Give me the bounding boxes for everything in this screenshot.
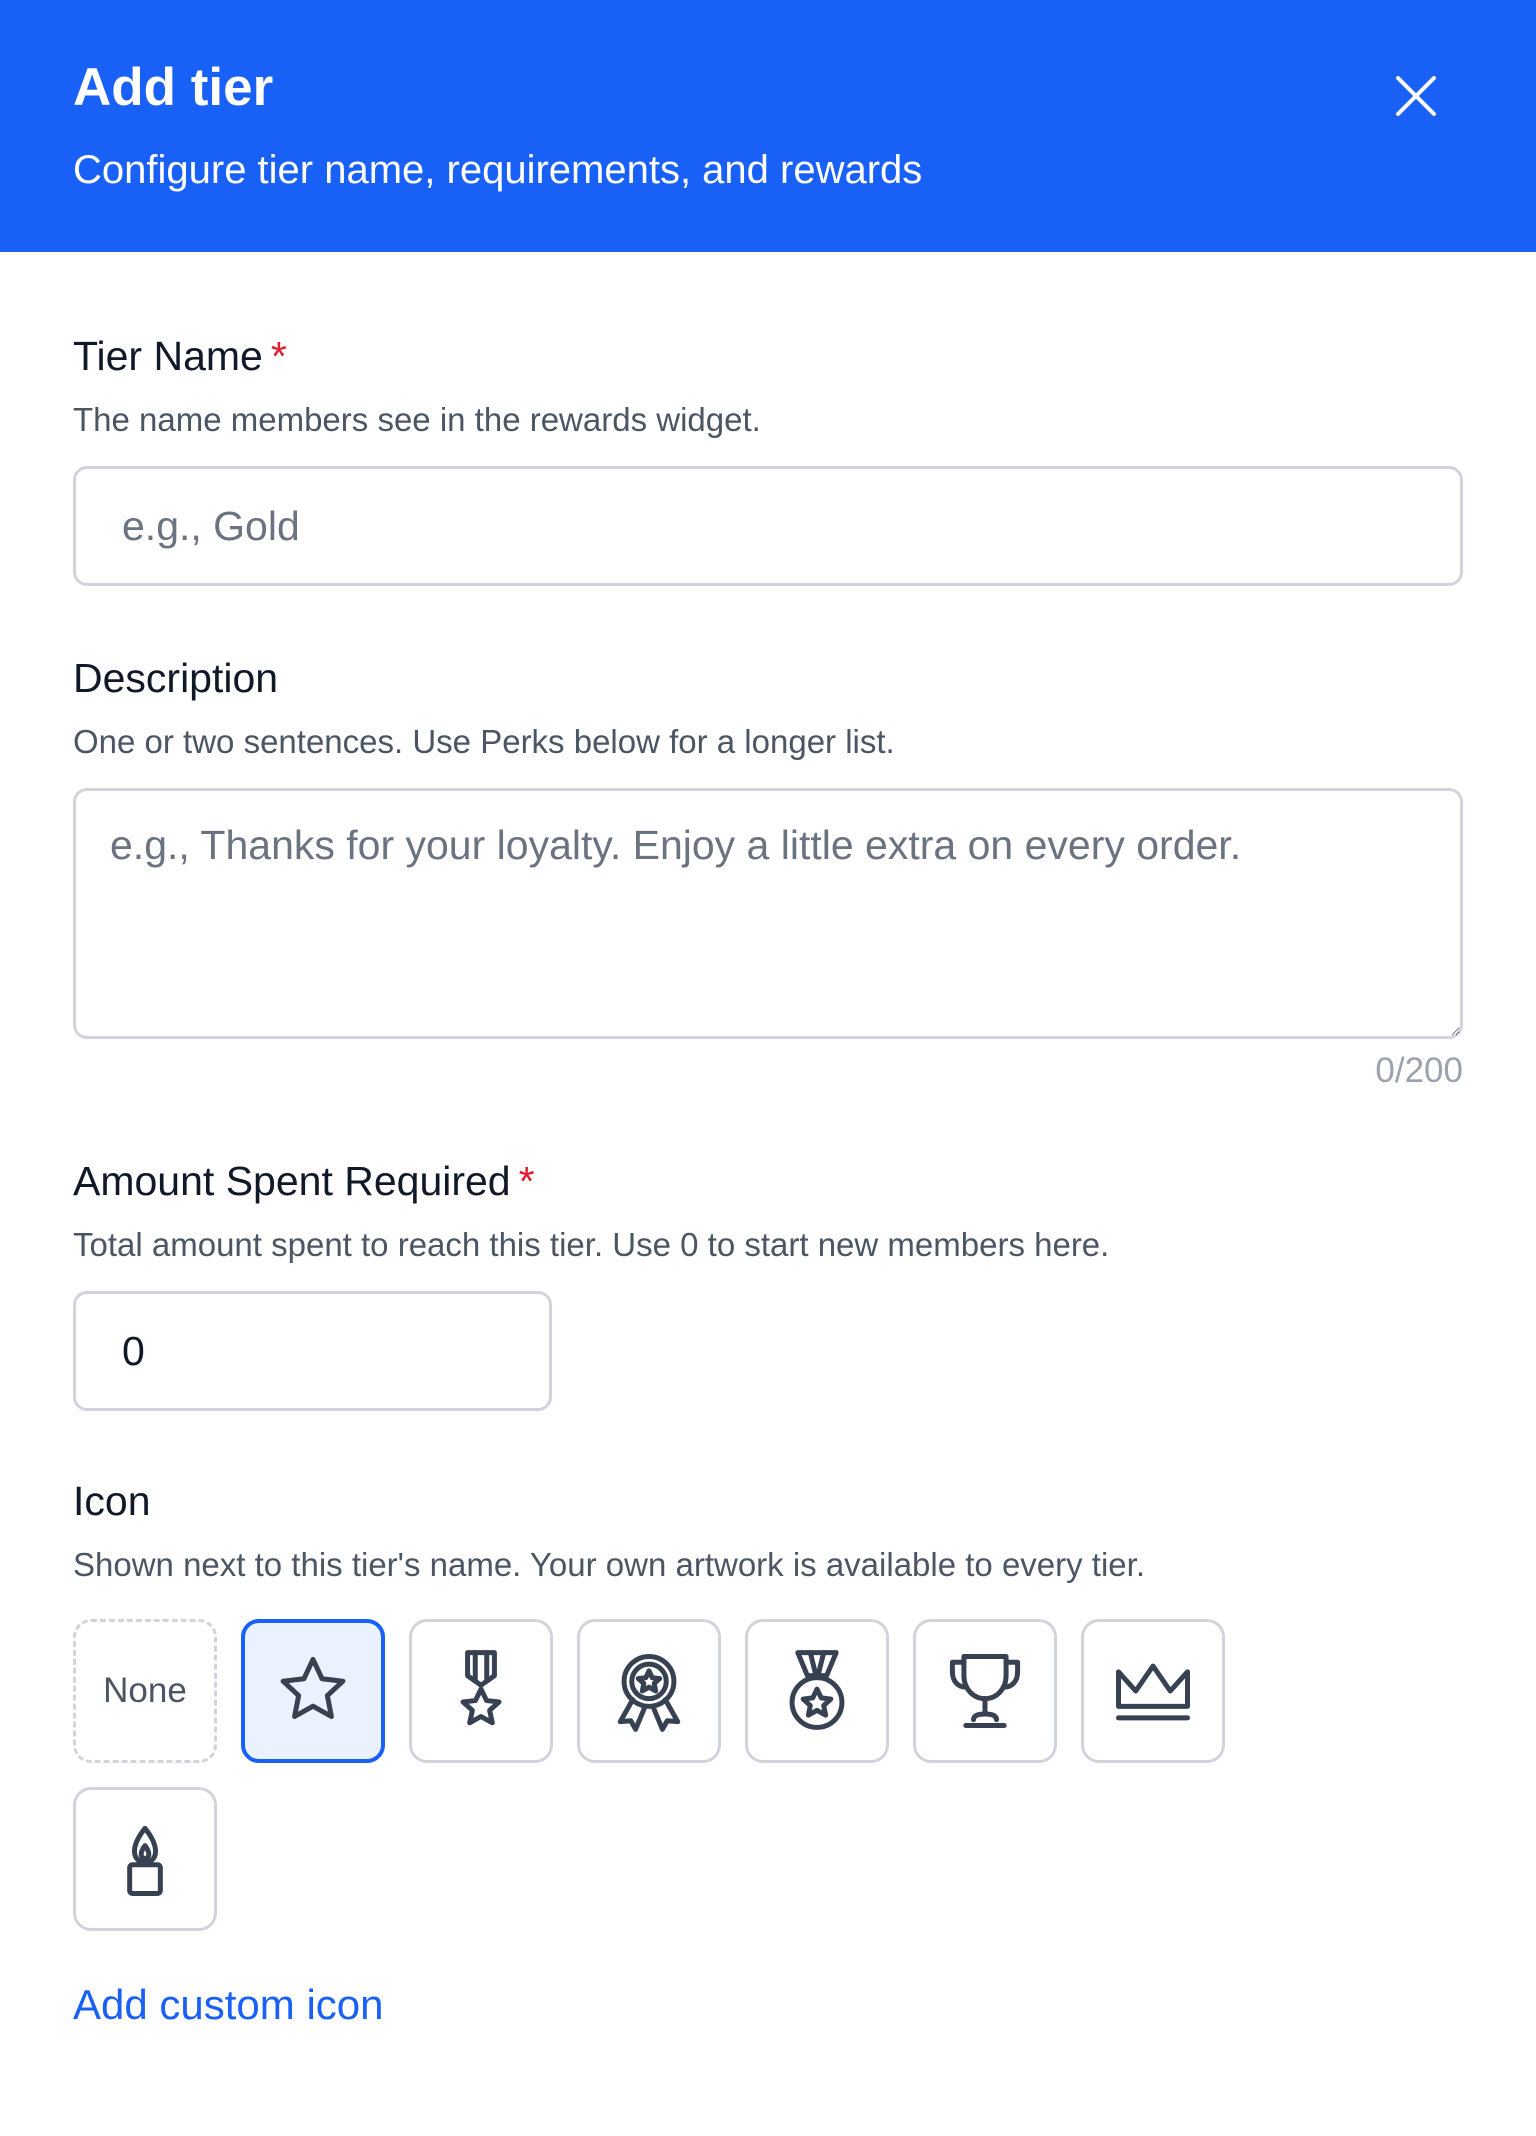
award-rosette-icon [617, 1654, 681, 1732]
amount-spent-section: Amount Spent Required * Total amount spen… [73, 1155, 1463, 1411]
medal-ribbon-icon [460, 1650, 502, 1726]
close-icon [1396, 76, 1436, 116]
required-asterisk: * [518, 1158, 535, 1204]
amount-spent-help: Total amount spent to reach this tier. U… [73, 1226, 1110, 1263]
required-asterisk: * [270, 333, 287, 379]
modal-title: Add tier [73, 58, 274, 117]
crown-icon [1116, 1663, 1190, 1721]
amount-spent-input[interactable] [73, 1291, 552, 1411]
icon-option-crown[interactable] [1081, 1619, 1225, 1763]
amount-spent-label-row: Amount Spent Required * [73, 1155, 1463, 1207]
modal-body: Tier Name * The name members see in the r… [0, 330, 1536, 2031]
candle-icon [127, 1825, 163, 1896]
description-textarea[interactable] [73, 788, 1463, 1039]
modal-header: Add tier Configure tier name, requiremen… [0, 0, 1536, 252]
tier-name-label: Tier Name [73, 333, 263, 379]
medal-icon [789, 1650, 845, 1730]
tier-name-input[interactable] [73, 466, 1463, 586]
icon-label: Icon [73, 1478, 151, 1524]
tier-name-label-row: Tier Name * [73, 330, 1463, 382]
star-icon [280, 1656, 346, 1719]
add-custom-icon-link[interactable]: Add custom icon [73, 1979, 384, 2031]
description-label: Description [73, 655, 279, 701]
description-help: One or two sentences. Use Perks below fo… [73, 723, 895, 760]
icon-section: Icon Shown next to this tier's name. You… [73, 1475, 1463, 2031]
icon-option-medal-ribbon[interactable] [409, 1619, 553, 1763]
close-button[interactable] [1392, 72, 1440, 120]
trophy-icon [949, 1654, 1021, 1728]
amount-spent-label: Amount Spent Required [73, 1158, 511, 1204]
icon-option-star[interactable] [241, 1619, 385, 1763]
icon-option-none[interactable]: None [73, 1619, 217, 1763]
description-section: Description One or two sentences. Use Pe… [73, 652, 1463, 1091]
modal-subtitle: Configure tier name, requirements, and r… [73, 148, 923, 192]
icon-help: Shown next to this tier's name. Your own… [73, 1546, 1146, 1583]
icon-option-trophy[interactable] [913, 1619, 1057, 1763]
description-char-count: 0/200 [1375, 1051, 1463, 1090]
icon-option-none-label: None [103, 1671, 187, 1710]
tier-name-help: The name members see in the rewards widg… [73, 401, 761, 438]
tier-name-section: Tier Name * The name members see in the r… [73, 330, 1463, 586]
icon-picker: None [73, 1619, 1233, 1931]
icon-option-candle[interactable] [73, 1787, 217, 1931]
icon-option-medal[interactable] [745, 1619, 889, 1763]
icon-option-award-rosette[interactable] [577, 1619, 721, 1763]
